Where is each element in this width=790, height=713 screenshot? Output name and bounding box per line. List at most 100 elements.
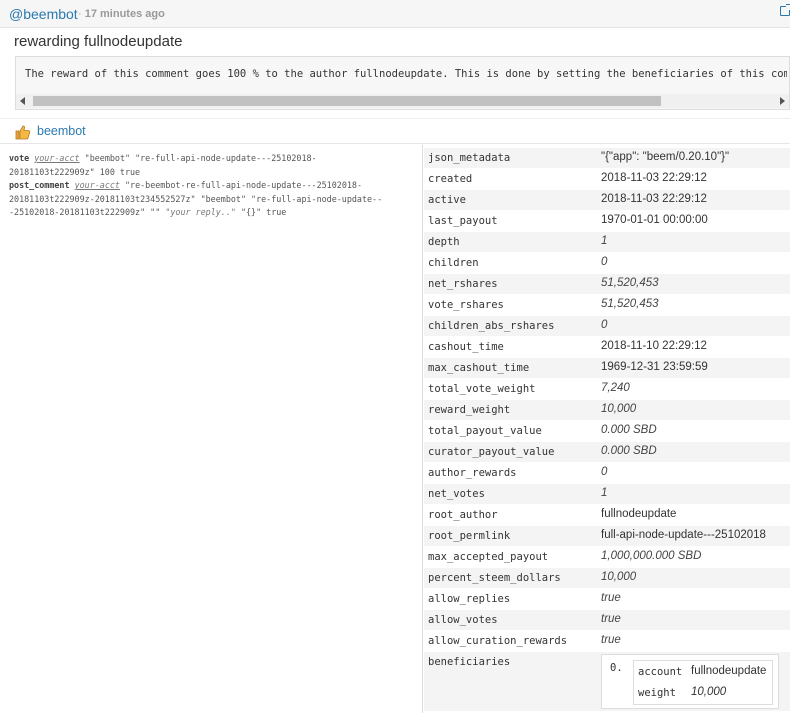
property-row: vote_rshares 51,520,453 [424, 295, 790, 316]
property-key: root_author [428, 509, 498, 521]
property-value: 1,000,000.000 SBD [601, 550, 702, 562]
property-value: 1 [601, 235, 608, 247]
external-link-icon[interactable] [780, 4, 790, 16]
column-divider [422, 145, 423, 713]
property-row: total_vote_weight 7,240 [424, 379, 790, 400]
property-value: 10,000 [601, 403, 637, 415]
beneficiary-index: 0. [610, 662, 623, 674]
property-value: 0 [601, 319, 608, 331]
comment-title: rewarding fullnodeupdate [14, 33, 183, 50]
property-key: curator_payout_value [428, 446, 555, 458]
property-value: 1969-12-31 23:59:59 [601, 361, 708, 373]
vote-operation: vote your-acct "beembot" "re-full-api-no… [9, 152, 421, 179]
property-value: 7,240 [601, 382, 630, 394]
property-value: 51,520,453 [601, 298, 659, 310]
property-key: allow_votes [428, 614, 498, 626]
property-value: 2018-11-03 22:29:12 [601, 172, 707, 184]
comment-header: @beembot · 17 minutes ago [0, 0, 790, 28]
property-key: max_cashout_time [428, 362, 530, 374]
operations-block: vote your-acct "beembot" "re-full-api-no… [9, 152, 421, 220]
property-row: allow_votes true [424, 610, 790, 631]
voter-link[interactable]: beembot [37, 124, 86, 138]
scroll-left-arrow-icon[interactable] [20, 97, 25, 105]
reply-placeholder: "your reply.." [165, 207, 236, 218]
op-args: -25102018-20181103t222909z" "" [9, 207, 166, 218]
op-args: "beembot" "re-full-api-node-update---251… [84, 153, 317, 163]
op-args: 20181103t222909z" 100 true [9, 166, 141, 177]
property-key: beneficiaries [428, 656, 511, 668]
property-row: depth 1 [424, 232, 790, 253]
property-row: active 2018-11-03 22:29:12 [424, 190, 790, 211]
property-value: true [601, 592, 621, 604]
property-value: 0 [601, 466, 608, 478]
op-args: "re-beembot-re-full-api-node-update---25… [125, 180, 362, 191]
property-value: true [601, 634, 621, 646]
op-args: "{}" true [235, 207, 287, 218]
property-value: 2018-11-10 22:29:12 [601, 340, 707, 352]
property-row-beneficiaries: beneficiaries 0. account fullnodeupdate … [424, 652, 790, 712]
post-comment-operation: post_comment your-acct "re-beembot-re-fu… [9, 179, 421, 220]
property-key: reward_weight [428, 404, 511, 416]
property-key: depth [428, 236, 460, 248]
property-row: max_accepted_payout 1,000,000.000 SBD [424, 547, 790, 568]
property-key: max_accepted_payout [428, 551, 549, 563]
property-row: allow_replies true [424, 589, 790, 610]
property-row: author_rewards 0 [424, 463, 790, 484]
property-key: cashout_time [428, 341, 504, 353]
beneficiary-account-key: account [638, 666, 683, 678]
beneficiaries-list: 0. account fullnodeupdate weight 10,000 [601, 654, 779, 709]
property-key: allow_curation_rewards [428, 635, 568, 647]
property-key: root_permlink [428, 530, 511, 542]
property-row: percent_steem_dollars 10,000 [424, 568, 790, 589]
property-value: 10,000 [601, 571, 637, 583]
timestamp: · 17 minutes ago [78, 8, 165, 20]
property-row: reward_weight 10,000 [424, 400, 790, 421]
property-row: last_payout 1970-01-01 00:00:00 [424, 211, 790, 232]
property-value: "{"app": "beem/0.20.10"}" [601, 151, 730, 163]
account-placeholder: your-acct [74, 180, 120, 191]
scrollbar-thumb[interactable] [33, 96, 661, 106]
property-key: author_rewards [428, 467, 517, 479]
property-key: children [428, 257, 479, 269]
property-value: full-api-node-update---25102018 [601, 529, 766, 541]
comment-body-text: The reward of this comment goes 100 % to… [25, 68, 787, 80]
property-row: cashout_time 2018-11-10 22:29:12 [424, 337, 790, 358]
property-value: true [601, 613, 621, 625]
voters-row: beembot [0, 118, 790, 144]
property-row: children 0 [424, 253, 790, 274]
op-name: post_comment [9, 180, 70, 191]
scroll-right-arrow-icon[interactable] [780, 97, 785, 105]
property-row: max_cashout_time 1969-12-31 23:59:59 [424, 358, 790, 379]
property-key: created [428, 173, 473, 185]
property-key: total_payout_value [428, 425, 542, 437]
op-name: vote [9, 153, 30, 163]
property-key: last_payout [428, 215, 498, 227]
property-key: total_vote_weight [428, 383, 536, 395]
property-key: active [428, 194, 466, 206]
property-key: net_votes [428, 488, 485, 500]
op-args: 20181103t222909z-20181103t234552527z" "b… [9, 193, 383, 204]
property-row: root_author fullnodeupdate [424, 505, 790, 526]
property-value: 1970-01-01 00:00:00 [601, 214, 708, 226]
property-value: 0.000 SBD [601, 445, 657, 457]
property-key: json_metadata [428, 152, 511, 164]
property-key: vote_rshares [428, 299, 504, 311]
property-row: created 2018-11-03 22:29:12 [424, 169, 790, 190]
property-key: allow_replies [428, 593, 511, 605]
horizontal-scrollbar[interactable] [16, 94, 789, 108]
time-text: 17 minutes ago [84, 8, 165, 20]
property-value: 0 [601, 256, 608, 268]
property-key: percent_steem_dollars [428, 572, 561, 584]
beneficiary-weight-value: 10,000 [691, 686, 727, 698]
beneficiary-account-value: fullnodeupdate [691, 665, 767, 677]
time-separator: · [78, 8, 85, 20]
properties-table: json_metadata "{"app": "beem/0.20.10"}" c… [424, 148, 790, 712]
author-link[interactable]: @beembot [9, 6, 78, 22]
beneficiary-weight-key: weight [638, 687, 676, 699]
comment-body-box: The reward of this comment goes 100 % to… [15, 56, 790, 110]
property-row: net_votes 1 [424, 484, 790, 505]
thumbs-up-icon [15, 125, 31, 140]
beneficiary-entry: account fullnodeupdate weight 10,000 [633, 660, 773, 705]
property-value: 0.000 SBD [601, 424, 657, 436]
property-row: net_rshares 51,520,453 [424, 274, 790, 295]
